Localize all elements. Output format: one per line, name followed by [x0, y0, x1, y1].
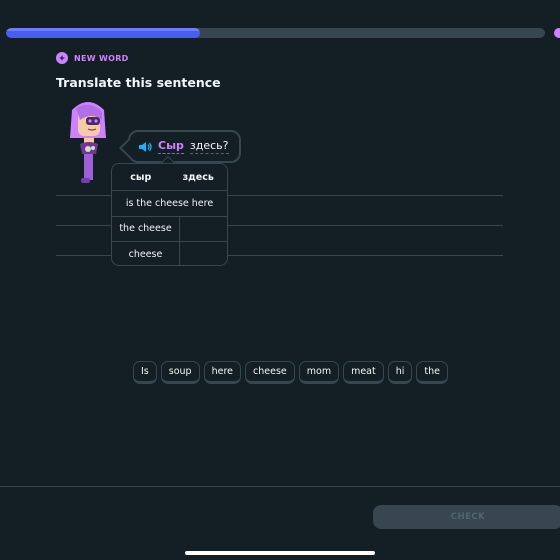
hint-header-word: здесь	[182, 171, 214, 183]
hint-row: the cheese	[112, 215, 227, 241]
speaker-icon[interactable]	[138, 141, 152, 153]
hint-row: is the cheese here	[112, 190, 227, 216]
new-word-badge: NEW WORD	[56, 52, 129, 64]
lesson-progress-fill	[6, 28, 201, 38]
check-button[interactable]: CHECK	[373, 505, 560, 529]
word-chip-meat[interactable]: meat	[343, 361, 384, 384]
word-bank: Is soup here cheese mom meat hi the	[133, 361, 448, 384]
hint-header: сыр здесь	[112, 164, 227, 190]
hint-translation: cheese	[112, 242, 180, 265]
word-hint-popup: сыр здесь is the cheese here the cheese …	[111, 163, 228, 266]
prompt-word-rest[interactable]: здесь?	[189, 139, 229, 154]
word-chip-is[interactable]: Is	[133, 361, 157, 384]
speech-bubble: Сыр здесь?	[128, 130, 241, 163]
word-chip-mom[interactable]: mom	[298, 361, 340, 384]
prompt-key-word[interactable]: Сыр	[158, 139, 184, 154]
word-chip-here[interactable]: here	[203, 361, 242, 384]
home-indicator[interactable]	[185, 551, 375, 555]
hint-row: cheese	[112, 241, 227, 265]
page-title: Translate this sentence	[56, 75, 221, 90]
word-chip-the[interactable]: the	[416, 361, 448, 384]
hint-translation: the cheese	[112, 216, 180, 241]
character-avatar	[70, 102, 106, 183]
hint-translation: is the cheese here	[125, 197, 214, 209]
word-chip-soup[interactable]: soup	[160, 361, 200, 384]
word-chip-hi[interactable]: hi	[387, 361, 413, 384]
new-word-label: NEW WORD	[74, 53, 129, 63]
footer-divider	[0, 486, 560, 487]
hint-header-word: сыр	[130, 171, 152, 183]
sparkle-icon	[56, 52, 68, 64]
edge-indicator	[554, 28, 560, 38]
word-chip-cheese[interactable]: cheese	[245, 361, 295, 384]
lesson-progress-bar	[6, 28, 545, 38]
